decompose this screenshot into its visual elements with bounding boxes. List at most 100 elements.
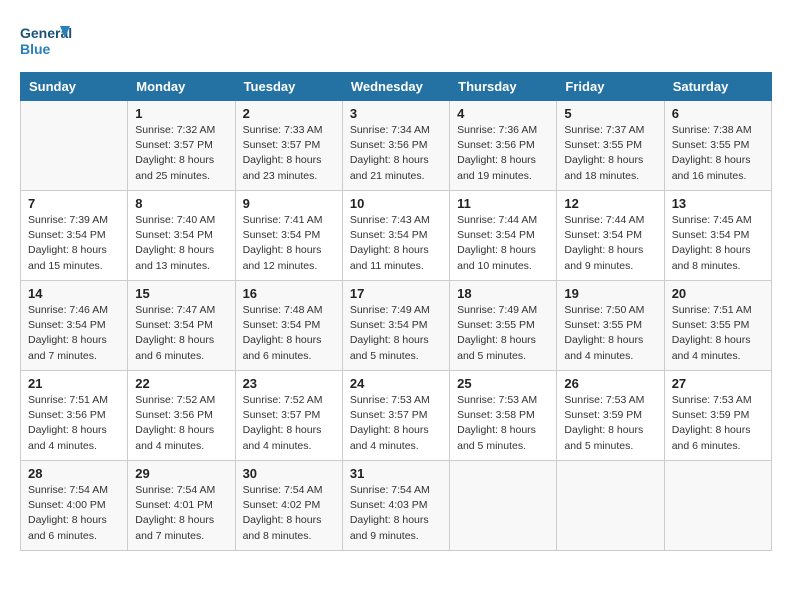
calendar-cell: 16 Sunrise: 7:48 AM Sunset: 3:54 PM Dayli… [235, 281, 342, 371]
day-number: 28 [28, 466, 120, 481]
day-number: 2 [243, 106, 335, 121]
day-number: 22 [135, 376, 227, 391]
day-number: 20 [672, 286, 764, 301]
calendar-cell: 15 Sunrise: 7:47 AM Sunset: 3:54 PM Dayli… [128, 281, 235, 371]
calendar-cell: 1Sunrise: 7:32 AM Sunset: 3:57 PM Daylig… [128, 101, 235, 191]
calendar-table: SundayMondayTuesdayWednesdayThursdayFrid… [20, 72, 772, 551]
day-number: 4 [457, 106, 549, 121]
day-info: Sunrise: 7:33 AM Sunset: 3:57 PM Dayligh… [243, 123, 335, 184]
logo: GeneralBlue [20, 20, 72, 62]
day-info: Sunrise: 7:51 AM Sunset: 3:55 PM Dayligh… [672, 303, 764, 364]
day-number: 17 [350, 286, 442, 301]
day-number: 6 [672, 106, 764, 121]
day-number: 5 [564, 106, 656, 121]
day-number: 3 [350, 106, 442, 121]
day-number: 9 [243, 196, 335, 211]
calendar-cell: 13 Sunrise: 7:45 AM Sunset: 3:54 PM Dayli… [664, 191, 771, 281]
day-number: 16 [243, 286, 335, 301]
day-info: Sunrise: 7:36 AM Sunset: 3:56 PM Dayligh… [457, 123, 549, 184]
day-number: 12 [564, 196, 656, 211]
day-info: Sunrise: 7:41 AM Sunset: 3:54 PM Dayligh… [243, 213, 335, 274]
day-of-week-header: Saturday [664, 73, 771, 101]
calendar-cell: 28Sunrise: 7:54 AM Sunset: 4:00 PM Dayli… [21, 461, 128, 551]
day-info: Sunrise: 7:53 AM Sunset: 3:59 PM Dayligh… [672, 393, 764, 454]
calendar-cell: 10Sunrise: 7:43 AM Sunset: 3:54 PM Dayli… [342, 191, 449, 281]
calendar-cell: 24Sunrise: 7:53 AM Sunset: 3:57 PM Dayli… [342, 371, 449, 461]
calendar-cell: 19 Sunrise: 7:50 AM Sunset: 3:55 PM Dayli… [557, 281, 664, 371]
calendar-cell: 23 Sunrise: 7:52 AM Sunset: 3:57 PM Dayli… [235, 371, 342, 461]
calendar-cell: 29 Sunrise: 7:54 AM Sunset: 4:01 PM Dayli… [128, 461, 235, 551]
day-info: Sunrise: 7:54 AM Sunset: 4:02 PM Dayligh… [243, 483, 335, 544]
calendar-cell: 14 Sunrise: 7:46 AM Sunset: 3:54 PM Dayli… [21, 281, 128, 371]
day-number: 21 [28, 376, 120, 391]
calendar-week-row: 7 Sunrise: 7:39 AM Sunset: 3:54 PM Daylig… [21, 191, 772, 281]
day-info: Sunrise: 7:51 AM Sunset: 3:56 PM Dayligh… [28, 393, 120, 454]
svg-text:Blue: Blue [20, 41, 51, 57]
calendar-week-row: 28Sunrise: 7:54 AM Sunset: 4:00 PM Dayli… [21, 461, 772, 551]
day-number: 27 [672, 376, 764, 391]
day-info: Sunrise: 7:38 AM Sunset: 3:55 PM Dayligh… [672, 123, 764, 184]
day-info: Sunrise: 7:53 AM Sunset: 3:58 PM Dayligh… [457, 393, 549, 454]
calendar-cell: 20 Sunrise: 7:51 AM Sunset: 3:55 PM Dayli… [664, 281, 771, 371]
page-header: GeneralBlue [20, 20, 772, 62]
calendar-cell: 3 Sunrise: 7:34 AM Sunset: 3:56 PM Daylig… [342, 101, 449, 191]
day-number: 23 [243, 376, 335, 391]
day-info: Sunrise: 7:52 AM Sunset: 3:57 PM Dayligh… [243, 393, 335, 454]
day-number: 8 [135, 196, 227, 211]
calendar-cell: 26 Sunrise: 7:53 AM Sunset: 3:59 PM Dayli… [557, 371, 664, 461]
day-of-week-header: Thursday [450, 73, 557, 101]
calendar-week-row: 1Sunrise: 7:32 AM Sunset: 3:57 PM Daylig… [21, 101, 772, 191]
day-number: 7 [28, 196, 120, 211]
day-of-week-header: Monday [128, 73, 235, 101]
calendar-cell: 18Sunrise: 7:49 AM Sunset: 3:55 PM Dayli… [450, 281, 557, 371]
calendar-cell: 25 Sunrise: 7:53 AM Sunset: 3:58 PM Dayli… [450, 371, 557, 461]
calendar-week-row: 21 Sunrise: 7:51 AM Sunset: 3:56 PM Dayli… [21, 371, 772, 461]
day-of-week-header: Friday [557, 73, 664, 101]
day-info: Sunrise: 7:40 AM Sunset: 3:54 PM Dayligh… [135, 213, 227, 274]
calendar-cell: 7 Sunrise: 7:39 AM Sunset: 3:54 PM Daylig… [21, 191, 128, 281]
day-number: 26 [564, 376, 656, 391]
day-number: 24 [350, 376, 442, 391]
day-of-week-header: Wednesday [342, 73, 449, 101]
calendar-cell [664, 461, 771, 551]
day-number: 15 [135, 286, 227, 301]
calendar-cell: 27 Sunrise: 7:53 AM Sunset: 3:59 PM Dayli… [664, 371, 771, 461]
day-info: Sunrise: 7:52 AM Sunset: 3:56 PM Dayligh… [135, 393, 227, 454]
logo-svg: GeneralBlue [20, 20, 72, 62]
day-info: Sunrise: 7:45 AM Sunset: 3:54 PM Dayligh… [672, 213, 764, 274]
day-info: Sunrise: 7:47 AM Sunset: 3:54 PM Dayligh… [135, 303, 227, 364]
day-info: Sunrise: 7:53 AM Sunset: 3:59 PM Dayligh… [564, 393, 656, 454]
day-info: Sunrise: 7:54 AM Sunset: 4:03 PM Dayligh… [350, 483, 442, 544]
day-info: Sunrise: 7:34 AM Sunset: 3:56 PM Dayligh… [350, 123, 442, 184]
calendar-cell: 5 Sunrise: 7:37 AM Sunset: 3:55 PM Daylig… [557, 101, 664, 191]
calendar-cell: 17 Sunrise: 7:49 AM Sunset: 3:54 PM Dayli… [342, 281, 449, 371]
day-info: Sunrise: 7:39 AM Sunset: 3:54 PM Dayligh… [28, 213, 120, 274]
day-number: 30 [243, 466, 335, 481]
calendar-cell: 30 Sunrise: 7:54 AM Sunset: 4:02 PM Dayli… [235, 461, 342, 551]
day-info: Sunrise: 7:49 AM Sunset: 3:54 PM Dayligh… [350, 303, 442, 364]
day-number: 19 [564, 286, 656, 301]
calendar-cell [557, 461, 664, 551]
day-info: Sunrise: 7:44 AM Sunset: 3:54 PM Dayligh… [564, 213, 656, 274]
day-info: Sunrise: 7:43 AM Sunset: 3:54 PM Dayligh… [350, 213, 442, 274]
day-number: 25 [457, 376, 549, 391]
calendar-cell: 31 Sunrise: 7:54 AM Sunset: 4:03 PM Dayli… [342, 461, 449, 551]
calendar-cell: 8 Sunrise: 7:40 AM Sunset: 3:54 PM Daylig… [128, 191, 235, 281]
day-info: Sunrise: 7:50 AM Sunset: 3:55 PM Dayligh… [564, 303, 656, 364]
day-number: 14 [28, 286, 120, 301]
day-number: 13 [672, 196, 764, 211]
day-info: Sunrise: 7:54 AM Sunset: 4:01 PM Dayligh… [135, 483, 227, 544]
day-number: 31 [350, 466, 442, 481]
calendar-cell [450, 461, 557, 551]
calendar-cell: 9 Sunrise: 7:41 AM Sunset: 3:54 PM Daylig… [235, 191, 342, 281]
calendar-cell: 4 Sunrise: 7:36 AM Sunset: 3:56 PM Daylig… [450, 101, 557, 191]
day-info: Sunrise: 7:37 AM Sunset: 3:55 PM Dayligh… [564, 123, 656, 184]
calendar-cell [21, 101, 128, 191]
day-info: Sunrise: 7:48 AM Sunset: 3:54 PM Dayligh… [243, 303, 335, 364]
calendar-cell: 12 Sunrise: 7:44 AM Sunset: 3:54 PM Dayli… [557, 191, 664, 281]
day-number: 29 [135, 466, 227, 481]
day-info: Sunrise: 7:46 AM Sunset: 3:54 PM Dayligh… [28, 303, 120, 364]
day-number: 1 [135, 106, 227, 121]
calendar-cell: 6 Sunrise: 7:38 AM Sunset: 3:55 PM Daylig… [664, 101, 771, 191]
calendar-cell: 2 Sunrise: 7:33 AM Sunset: 3:57 PM Daylig… [235, 101, 342, 191]
